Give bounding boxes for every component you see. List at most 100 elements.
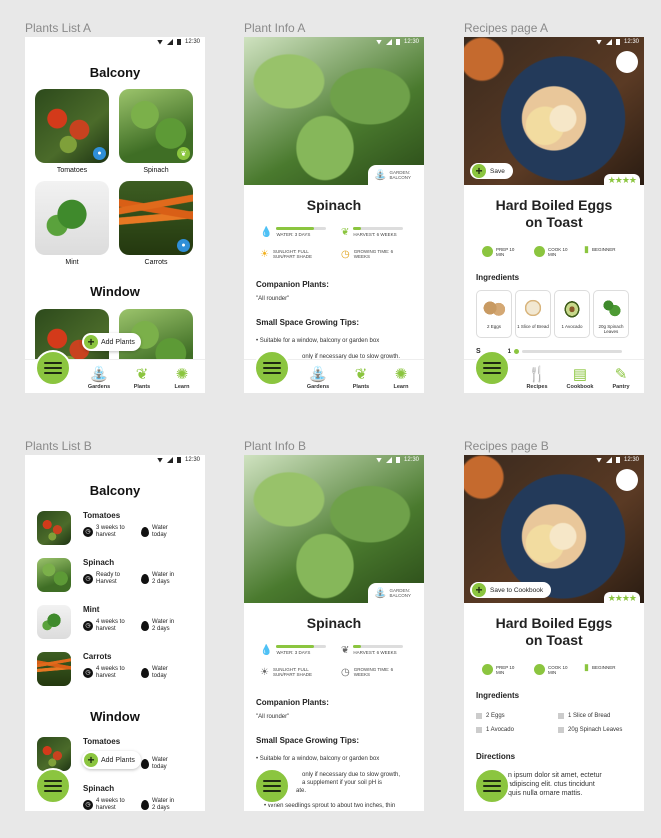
water-drop-icon (141, 621, 149, 631)
ingredient-card[interactable]: 2 Eggs (476, 290, 512, 338)
sun-icon: ☀ (260, 666, 269, 678)
ingredient-item[interactable]: 20g Spinach Leaves (558, 727, 622, 733)
save-button[interactable]: + Save (470, 163, 513, 179)
harvest-stat: ❦ HARVEST: 6 WEEKS (341, 645, 404, 655)
recipes-b-screen: 12:30 + Save to Cookbook ★★★★ Hard Boiled… (464, 455, 644, 811)
plus-icon: + (472, 583, 486, 597)
garden-chip[interactable]: ⛲ GARDEN: BALCONY (368, 583, 424, 603)
clock-icon: ◷ (83, 668, 93, 678)
status-bar: 12:30 (244, 455, 424, 465)
nav-learn[interactable]: ✺ Learn (386, 366, 416, 390)
menu-button[interactable] (254, 768, 290, 804)
section-title-balcony: Balcony (89, 483, 141, 498)
menu-button[interactable] (474, 768, 510, 804)
clock-icon: ◷ (341, 666, 350, 678)
save-to-cookbook-button[interactable]: + Save to Cookbook (470, 582, 552, 598)
frame-label: Plants List A (25, 21, 92, 35)
add-plants-button[interactable]: + Add Plants (82, 751, 141, 769)
plant-info-b-screen: 12:30 ⛲ GARDEN: BALCONY Spinach 💧 WATER: 3… (244, 455, 424, 811)
plant-row-mint[interactable]: Mint ◷ 4 weeks to harvest Water in 2 days (37, 603, 199, 643)
prep-time: PREP 10 MIN (482, 664, 518, 675)
plant-tile-tomatoes[interactable]: ● (35, 89, 109, 163)
tip-item: only if necessary due to slow growth, (302, 772, 401, 778)
level-bars-icon: ▮ (584, 662, 589, 672)
ingredient-card[interactable]: 1 Avocado (554, 290, 590, 338)
nav-pantry[interactable]: ✎ Pantry (606, 366, 636, 390)
frame-label: Recipes page B (464, 439, 549, 453)
hamburger-icon (263, 780, 281, 792)
watering-can-icon: ⛲ (374, 587, 387, 599)
plant-row-spinach[interactable]: Spinach ◷ Ready to Harvest Water in 2 day… (37, 556, 199, 596)
nav-plants[interactable]: ❦ Plants (346, 366, 376, 390)
ingredient-card[interactable]: 1 Slice of Bread (515, 290, 551, 338)
plant-info-a-screen: 12:30 ⛲ GARDEN: BALCONY Spinach 💧 WATER: 3… (244, 37, 424, 393)
plant-tile-carrots[interactable]: ● (119, 181, 193, 255)
nav-cookbook[interactable]: ▤ Cookbook (565, 366, 595, 390)
favorite-button[interactable] (616, 51, 638, 73)
ingredient-item[interactable]: 2 Eggs (476, 713, 505, 719)
watering-can-icon: ⛲ (89, 366, 109, 383)
companion-text: "All rounder" (256, 296, 290, 302)
water-drop-icon (141, 800, 149, 810)
clock-icon: ◷ (83, 574, 93, 584)
hamburger-icon (44, 362, 62, 374)
plant-tile-mint[interactable] (35, 181, 109, 255)
nav-gardens[interactable]: ⛲ Gardens (303, 366, 333, 390)
hamburger-icon (263, 362, 281, 374)
hamburger-icon (44, 780, 62, 792)
favorite-button[interactable] (616, 469, 638, 491)
directions-text: n ipsum dolor sit amet, ectetur adipisci… (508, 772, 602, 797)
clock-icon (482, 664, 493, 675)
plants-list-a-screen: 12:30 Balcony ● Tomatoes ❦ Spinach Mint … (25, 37, 205, 393)
clock-icon (534, 246, 545, 257)
sprout-icon: ❦ (135, 366, 149, 383)
ingredient-card[interactable]: 20g Spinach Leaves (593, 290, 629, 338)
frame-label: Plant Info B (244, 439, 307, 453)
menu-button[interactable] (474, 350, 510, 386)
checkbox (558, 713, 564, 719)
tip-item: • When seedlings sprout to about two inc… (264, 803, 396, 809)
companion-title: Companion Plants: (256, 698, 329, 707)
recipe-title: Hard Boiled Eggs on Toast (495, 197, 613, 230)
sun-icon: ☀ (260, 248, 269, 260)
sunlight-stat: ☀ SUNLIGHT: FULL SUN/PART SHADE (260, 666, 312, 678)
plant-row-tomatoes[interactable]: Tomatoes ◷ 3 weeks to harvest Water today (37, 509, 199, 549)
plant-row-carrots[interactable]: Carrots ◷ 4 weeks to harvest Water today (37, 650, 199, 690)
water-drop-icon (141, 668, 149, 678)
nav-plants[interactable]: ❦ Plants (127, 366, 157, 390)
garden-chip[interactable]: ⛲ GARDEN: BALCONY (368, 165, 424, 185)
growing-time-stat: ◷ GROWING TIME: 6 WEEKS (341, 248, 394, 260)
ingredient-item[interactable]: 1 Slice of Bread (558, 713, 610, 719)
avocado-image (559, 295, 585, 321)
menu-button[interactable] (35, 350, 71, 386)
water-bar (276, 645, 327, 648)
water-bar (276, 227, 327, 230)
water-drop-icon: ● (177, 239, 190, 252)
difficulty-level: ▮ BEGINNER (584, 244, 616, 254)
add-plants-button[interactable]: + Add Plants (82, 333, 141, 351)
clock-icon: ◷ (341, 248, 350, 260)
harvest-bar (353, 227, 404, 230)
plant-title: Spinach (306, 615, 362, 631)
difficulty-level: ▮ BEGINNER (584, 662, 616, 672)
ingredient-item[interactable]: 1 Avocado (476, 727, 514, 733)
clock-icon (534, 664, 545, 675)
hamburger-icon (483, 362, 501, 374)
menu-button[interactable] (254, 350, 290, 386)
companion-text: "All rounder" (256, 714, 290, 720)
menu-button[interactable] (35, 768, 71, 804)
nav-recipes[interactable]: 🍴 Recipes (522, 366, 552, 390)
nav-gardens[interactable]: ⛲ Gardens (84, 366, 114, 390)
book-icon: ▤ (572, 366, 588, 383)
plant-tile-spinach[interactable]: ❦ (119, 89, 193, 163)
nav-learn[interactable]: ✺ Learn (167, 366, 197, 390)
clock-icon (482, 246, 493, 257)
directions-title: Directions (476, 752, 516, 761)
plant-tile-label: Carrots (144, 259, 168, 266)
section-title-window: Window (90, 709, 140, 724)
plant-thumbnail (37, 652, 71, 686)
plants-list-b-screen: 12:30 Balcony Tomatoes ◷ 3 weeks to harve… (25, 455, 205, 811)
status-bar: 12:30 (464, 37, 644, 47)
growing-time-stat: ◷ GROWING TIME: 6 WEEKS (341, 666, 394, 678)
watering-can-icon: ⛲ (308, 366, 328, 383)
